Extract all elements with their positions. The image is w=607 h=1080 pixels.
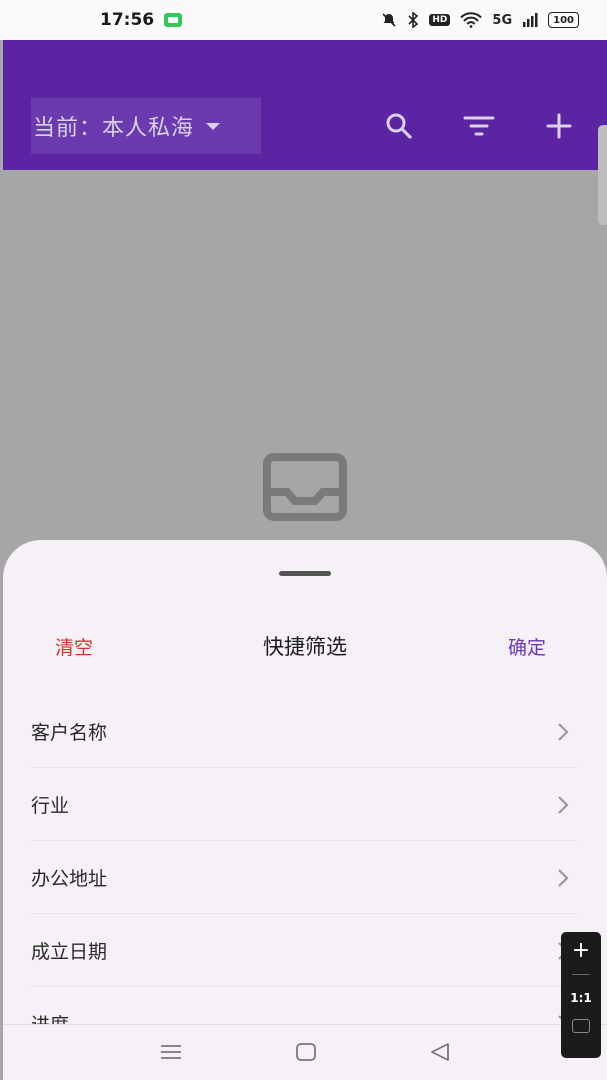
zoom-widget: + 1:1 (561, 932, 601, 1058)
zoom-out-button[interactable] (572, 974, 590, 975)
back-icon[interactable] (429, 1042, 451, 1062)
filter-item-customer-name[interactable]: 客户名称 (3, 695, 607, 768)
chevron-right-icon (558, 722, 569, 741)
filter-icon (463, 116, 495, 136)
mute-icon (382, 13, 396, 27)
filter-label: 行业 (31, 795, 70, 817)
status-time: 17:56 (100, 10, 155, 30)
search-button[interactable] (379, 106, 419, 146)
quick-filter-sheet: 清空 快捷筛选 确定 客户名称 行业 办公地址 成立日期 进度 (3, 540, 607, 1080)
status-bar: 17:56 HD 5G 100 (0, 0, 607, 40)
zoom-in-button[interactable]: + (572, 938, 590, 964)
filter-item-founding-date[interactable]: 成立日期 (3, 914, 607, 987)
add-button[interactable] (539, 106, 579, 146)
home-icon[interactable] (295, 1042, 317, 1062)
status-icons: HD 5G 100 (381, 12, 579, 28)
search-icon (386, 113, 412, 139)
battery-level: 100 (553, 14, 574, 26)
system-nav-bar (3, 1024, 607, 1080)
chevron-right-icon (558, 795, 569, 814)
network-type: 5G (492, 12, 513, 28)
empty-inbox-icon (263, 453, 347, 521)
confirm-button[interactable]: 确定 (508, 633, 546, 660)
chevron-right-icon (558, 868, 569, 887)
signal-icon (523, 13, 538, 27)
bluetooth-icon (408, 12, 419, 28)
filter-item-office-address[interactable]: 办公地址 (3, 841, 607, 914)
menu-icon[interactable] (159, 1043, 183, 1061)
drag-handle[interactable] (279, 571, 331, 576)
add-icon (546, 113, 572, 139)
zoom-ratio-button[interactable]: 1:1 (570, 991, 592, 1005)
side-scroll-handle[interactable] (598, 125, 607, 225)
wifi-icon (460, 12, 483, 28)
filter-button[interactable] (459, 106, 499, 146)
filter-item-industry[interactable]: 行业 (3, 768, 607, 841)
caret-down-icon (206, 122, 221, 130)
fit-screen-icon[interactable] (572, 1019, 590, 1033)
app-bar: 当前：本人私海 (3, 40, 607, 170)
scope-selector[interactable]: 当前：本人私海 (31, 98, 261, 154)
filter-label: 办公地址 (31, 868, 108, 890)
filter-label: 成立日期 (31, 941, 108, 963)
message-notification-icon (164, 13, 183, 27)
battery-icon: 100 (548, 12, 579, 28)
scope-label: 当前：本人私海 (33, 116, 195, 141)
hd-badge: HD (429, 14, 451, 26)
filter-list: 客户名称 行业 办公地址 成立日期 进度 (3, 695, 607, 1060)
filter-label: 客户名称 (31, 722, 108, 744)
